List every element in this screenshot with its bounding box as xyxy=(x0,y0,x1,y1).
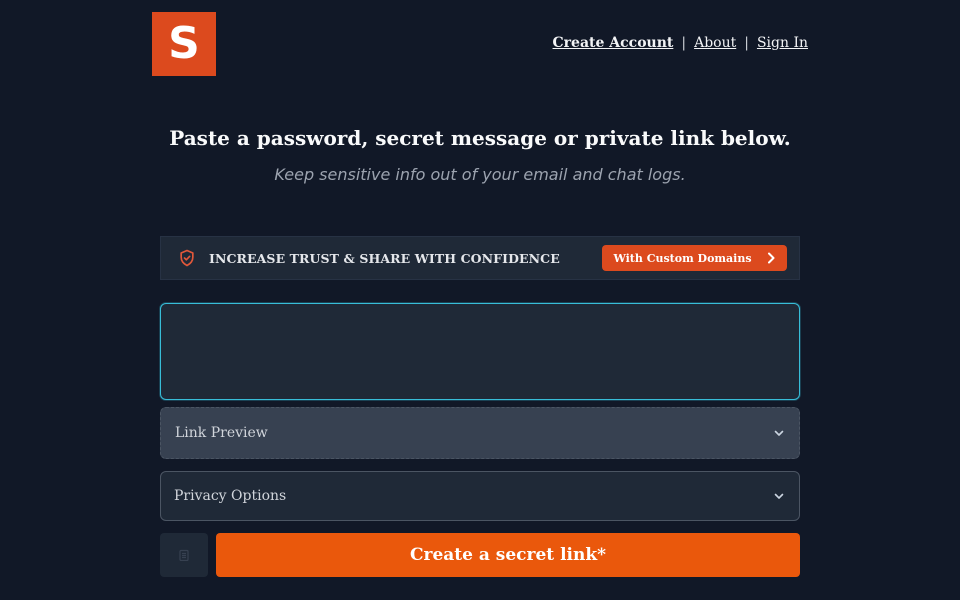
logo[interactable]: S xyxy=(152,12,216,76)
clipboard-icon xyxy=(179,549,189,561)
clipboard-button[interactable] xyxy=(160,533,208,577)
logo-letter: S xyxy=(168,18,200,69)
create-account-link[interactable]: Create Account xyxy=(553,35,674,51)
about-link[interactable]: About xyxy=(694,35,736,51)
top-nav: Create Account | About | Sign In xyxy=(553,35,808,51)
chevron-down-icon xyxy=(774,493,784,499)
create-secret-link-button[interactable]: Create a secret link* xyxy=(216,533,800,577)
nav-separator: | xyxy=(744,35,749,51)
chevron-down-icon xyxy=(774,430,784,436)
privacy-options-label: Privacy Options xyxy=(174,488,287,504)
custom-domains-button[interactable]: With Custom Domains xyxy=(602,245,787,271)
custom-domains-button-label: With Custom Domains xyxy=(613,251,752,265)
privacy-options-toggle[interactable]: Privacy Options xyxy=(160,471,800,521)
page-subtitle: Keep sensitive info out of your email an… xyxy=(274,165,686,184)
link-preview-toggle[interactable]: Link Preview xyxy=(160,407,800,459)
nav-separator: | xyxy=(681,35,687,51)
shield-check-icon xyxy=(180,249,194,267)
page-title: Paste a password, secret message or priv… xyxy=(169,126,791,150)
link-preview-label: Link Preview xyxy=(175,425,268,441)
custom-domains-banner: INCREASE TRUST & SHARE WITH CONFIDENCE W… xyxy=(160,236,800,280)
chevron-right-icon xyxy=(767,252,775,264)
secret-input[interactable] xyxy=(160,303,800,400)
banner-text: INCREASE TRUST & SHARE WITH CONFIDENCE xyxy=(209,250,560,266)
sign-in-link[interactable]: Sign In xyxy=(757,35,808,51)
